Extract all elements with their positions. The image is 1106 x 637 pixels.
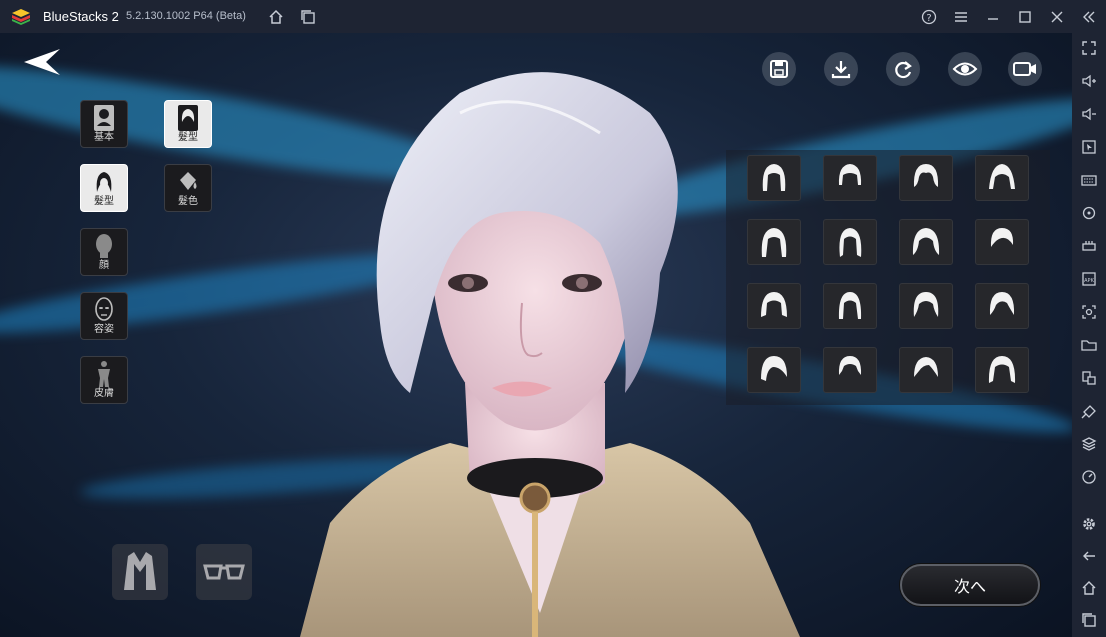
- category-hair-color[interactable]: 髮色: [164, 164, 212, 212]
- camera-icon[interactable]: [1008, 52, 1042, 86]
- hairstyle-option[interactable]: [975, 283, 1029, 329]
- hairstyle-option[interactable]: [975, 219, 1029, 265]
- hairstyle-option[interactable]: [899, 283, 953, 329]
- svg-text:?: ?: [926, 13, 931, 24]
- category-label: 顔: [99, 260, 109, 271]
- hairstyle-option-icon: [912, 228, 940, 255]
- bluestacks-logo: [12, 9, 30, 25]
- layers-icon[interactable]: [1080, 435, 1098, 453]
- recent-apps-icon[interactable]: [1080, 611, 1098, 629]
- hairstyle-option-icon: [838, 356, 862, 375]
- view-icon[interactable]: [948, 52, 982, 86]
- head-icon: [96, 234, 112, 258]
- download-icon[interactable]: [824, 52, 858, 86]
- home-icon[interactable]: [1080, 579, 1098, 597]
- reset-icon[interactable]: [886, 52, 920, 86]
- app-title: BlueStacks 2: [43, 9, 119, 24]
- hairstyle-panel: [726, 150, 1050, 405]
- hairstyle-option[interactable]: [975, 155, 1029, 201]
- hairstyle-option-icon: [838, 164, 862, 185]
- accessory-button[interactable]: [196, 544, 252, 600]
- category-hairstyle[interactable]: 髮型: [80, 164, 128, 212]
- hairstyle-option[interactable]: [823, 283, 877, 329]
- game-viewport[interactable]: 基本 髮型 髮型 髮色 顔 容姿 皮膚 次へ: [0, 33, 1072, 637]
- category-label: 基本: [94, 132, 114, 143]
- fullscreen-icon[interactable]: [1080, 39, 1098, 57]
- screenshot-icon[interactable]: [1080, 303, 1098, 321]
- outfit-button[interactable]: [112, 544, 168, 600]
- hairstyle-option-icon: [761, 356, 787, 381]
- hairstyle-option[interactable]: [747, 219, 801, 265]
- keyboard-icon[interactable]: [1080, 171, 1098, 189]
- collapse-sidebar-icon[interactable]: [1080, 8, 1098, 26]
- coat-icon: [124, 552, 156, 590]
- hairstyle-option-icon: [990, 228, 1014, 247]
- rotate-icon[interactable]: [1080, 204, 1098, 222]
- hairstyle-option[interactable]: [747, 283, 801, 329]
- hairstyle-option-icon: [989, 292, 1015, 315]
- eco-mode-icon[interactable]: [1080, 402, 1098, 420]
- performance-icon[interactable]: [1080, 468, 1098, 486]
- face-mask-icon: [95, 297, 113, 321]
- category-label: 皮膚: [94, 388, 114, 399]
- category-face[interactable]: 顔: [80, 228, 128, 276]
- home-icon[interactable]: [267, 8, 285, 26]
- title-bar: BlueStacks 2 5.2.130.1002 P64 (Beta) ?: [0, 0, 1106, 33]
- minimize-icon[interactable]: [984, 8, 1002, 26]
- category-label: 髮型: [178, 132, 198, 143]
- hair-frame-icon: [178, 105, 198, 131]
- next-button[interactable]: 次へ: [900, 564, 1040, 606]
- back-arrow-icon[interactable]: [20, 47, 64, 77]
- hairstyle-option-icon: [913, 292, 939, 317]
- menu-icon[interactable]: [952, 8, 970, 26]
- volume-down-icon[interactable]: [1080, 105, 1098, 123]
- bluestacks-sidebar: APK: [1072, 33, 1106, 637]
- category-basic[interactable]: 基本: [80, 100, 128, 148]
- paint-bucket-icon: [180, 172, 197, 190]
- hairstyle-option[interactable]: [823, 219, 877, 265]
- back-icon[interactable]: [1080, 547, 1098, 565]
- hairstyle-option[interactable]: [899, 219, 953, 265]
- hairstyle-option-icon: [761, 228, 787, 257]
- close-icon[interactable]: [1048, 8, 1066, 26]
- svg-text:APK: APK: [1084, 278, 1094, 284]
- help-icon[interactable]: ?: [920, 8, 938, 26]
- save-icon[interactable]: [762, 52, 796, 86]
- category-label: 髮型: [94, 196, 114, 207]
- category-label: 髮色: [178, 196, 198, 207]
- hairstyle-option[interactable]: [747, 155, 801, 201]
- glasses-icon: [203, 564, 245, 580]
- category-skin[interactable]: 皮膚: [80, 356, 128, 404]
- hairstyle-option-icon: [988, 356, 1016, 383]
- hairstyle-option[interactable]: [899, 155, 953, 201]
- portrait-card-icon: [94, 105, 114, 131]
- hairstyle-option-icon: [838, 292, 862, 319]
- hairstyle-option[interactable]: [823, 155, 877, 201]
- hairstyle-icon: [96, 172, 112, 192]
- hairstyle-option-icon: [762, 164, 786, 191]
- hairstyle-option[interactable]: [975, 347, 1029, 393]
- folder-icon[interactable]: [1080, 336, 1098, 354]
- category-label: 容姿: [94, 324, 114, 335]
- apk-icon[interactable]: APK: [1080, 270, 1098, 288]
- category-makeup[interactable]: 容姿: [80, 292, 128, 340]
- hairstyle-option-icon: [839, 228, 862, 257]
- pointer-icon[interactable]: [1080, 138, 1098, 156]
- app-version: 5.2.130.1002 P64 (Beta): [126, 10, 246, 22]
- hairstyle-option-icon: [913, 164, 939, 187]
- maximize-icon[interactable]: [1016, 8, 1034, 26]
- hairstyle-option-icon: [989, 164, 1015, 189]
- macro-icon[interactable]: [1080, 237, 1098, 255]
- body-icon: [98, 361, 110, 387]
- volume-up-icon[interactable]: [1080, 72, 1098, 90]
- hairstyle-option-icon: [914, 357, 938, 377]
- multi-window-icon[interactable]: [1080, 369, 1098, 387]
- hairstyle-option[interactable]: [747, 347, 801, 393]
- multi-instance-icon[interactable]: [299, 8, 317, 26]
- hairstyle-option[interactable]: [899, 347, 953, 393]
- hairstyle-option-icon: [761, 292, 787, 317]
- settings-icon[interactable]: [1080, 515, 1098, 533]
- category-hairstyle-tab[interactable]: 髮型: [164, 100, 212, 148]
- hairstyle-option[interactable]: [823, 347, 877, 393]
